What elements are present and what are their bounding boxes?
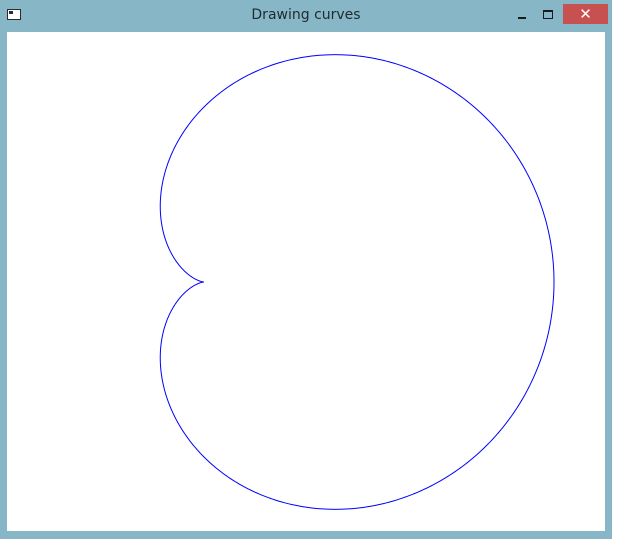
canvas-svg (159, 54, 555, 510)
drawing-canvas (7, 32, 605, 531)
minimize-button[interactable] (508, 5, 536, 23)
maximize-button[interactable] (534, 5, 562, 23)
minimize-icon (518, 16, 526, 19)
title-bar[interactable]: Drawing curves ✕ (0, 0, 612, 32)
maximize-icon (543, 9, 553, 19)
close-icon: ✕ (579, 5, 592, 23)
close-button[interactable]: ✕ (563, 4, 608, 24)
cardioid-curve (159, 54, 555, 510)
app-window: Drawing curves ✕ (0, 0, 612, 539)
